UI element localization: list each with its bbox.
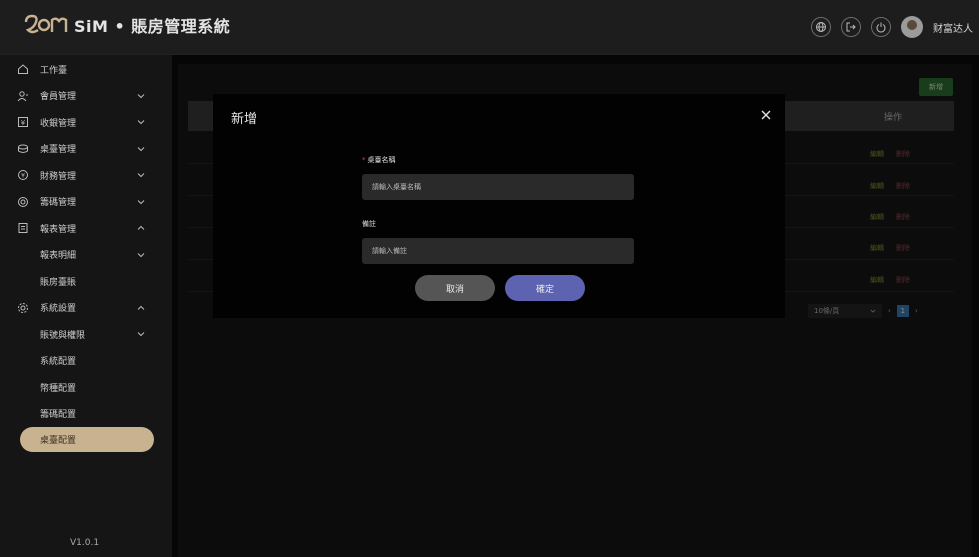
sidebar-item-reports[interactable]: 報表管理 [0,215,172,242]
sidebar-item-label: 會員管理 [40,92,77,103]
settings-icon [16,301,30,315]
sidebar-item-label: 財務管理 [40,171,77,182]
report-icon [16,221,30,235]
users-icon [16,89,30,103]
remark-label: 備註 [362,220,376,228]
table-name-label: * 桌臺名稱 [362,156,396,164]
logout-icon[interactable] [841,17,861,37]
sidebar-item-chips[interactable]: 籌碼管理 [0,189,172,216]
sidebar-item-tables[interactable]: 桌臺管理 [0,136,172,163]
cancel-button[interactable]: 取消 [415,275,495,301]
required-marker: * [362,156,366,164]
sidebar-item-label: 賬房臺賬 [40,277,77,288]
sidebar-item-ledger[interactable]: 賬房臺賬 [0,268,172,295]
finance-icon: ¥ [16,168,30,182]
globe-icon[interactable] [811,17,831,37]
logo-mark-icon [24,14,68,34]
sidebar-item-finance[interactable]: ¥ 財務管理 [0,162,172,189]
avatar[interactable] [901,16,923,38]
svg-text:¥: ¥ [21,173,25,180]
modal-title: 新增 [231,112,258,127]
app-title: SiM • 賬房管理系統 [74,17,231,36]
sidebar-item-chip-config[interactable]: 籌碼配置 [0,401,172,428]
version-label: V1.0.1 [70,538,100,548]
chevron-down-icon [137,199,145,204]
sidebar-item-label: 報表管理 [40,224,77,235]
sidebar-item-label: 籌碼配置 [40,410,77,421]
sidebar-item-members[interactable]: 會員管理 [0,83,172,110]
app-logo: SiM • 賬房管理系統 [22,12,230,38]
username[interactable]: 财富达人 [933,20,973,35]
sidebar: 工作臺 會員管理 ¥ 收銀管理 桌臺管理 ¥ 財務管理 籌碼管理 報表管理 報表… [0,55,172,557]
table-icon [16,142,30,156]
remark-input[interactable] [362,238,634,264]
sidebar-item-label: 賬號與權限 [40,330,86,341]
sidebar-item-cashier[interactable]: ¥ 收銀管理 [0,109,172,136]
chevron-up-icon [137,305,145,310]
chevron-down-icon [137,120,145,125]
close-icon[interactable] [759,108,773,122]
chevron-up-icon [137,225,145,230]
table-name-input[interactable] [362,174,634,200]
sidebar-item-report-details[interactable]: 報表明細 [0,242,172,269]
sidebar-item-label: 報表明細 [40,251,77,262]
power-icon[interactable] [871,17,891,37]
chevron-down-icon [137,146,145,151]
add-table-modal: 新增 *桌臺名稱 備註 取消 確定 [213,94,785,318]
chevron-down-icon [137,332,145,337]
top-bar: SiM • 賬房管理系統 财富达人 [0,0,979,55]
sidebar-item-label: 桌臺管理 [40,145,77,156]
chevron-down-icon [137,252,145,257]
sidebar-item-label: 收銀管理 [40,118,77,129]
confirm-button[interactable]: 確定 [505,275,585,301]
sidebar-item-label: 系統配置 [40,357,77,368]
sidebar-item-label: 籌碼管理 [40,198,77,209]
chip-icon [16,195,30,209]
sidebar-item-currency-config[interactable]: 幣種配置 [0,374,172,401]
yen-icon: ¥ [16,115,30,129]
sidebar-item-dashboard[interactable]: 工作臺 [0,56,172,83]
sidebar-item-system-settings[interactable]: 系統設置 [0,295,172,322]
sidebar-item-label: 幣種配置 [40,383,77,394]
sidebar-item-system-config[interactable]: 系統配置 [0,348,172,375]
sidebar-item-label: 系統設置 [40,304,77,315]
sidebar-item-accounts[interactable]: 賬號與權限 [0,321,172,348]
sidebar-item-table-config[interactable]: 桌臺配置 [20,427,154,452]
sidebar-item-label: 工作臺 [40,65,68,76]
chevron-down-icon [137,93,145,98]
chevron-down-icon [137,173,145,178]
svg-text:¥: ¥ [21,119,26,127]
home-icon [16,62,30,76]
sidebar-item-label: 桌臺配置 [40,436,77,446]
